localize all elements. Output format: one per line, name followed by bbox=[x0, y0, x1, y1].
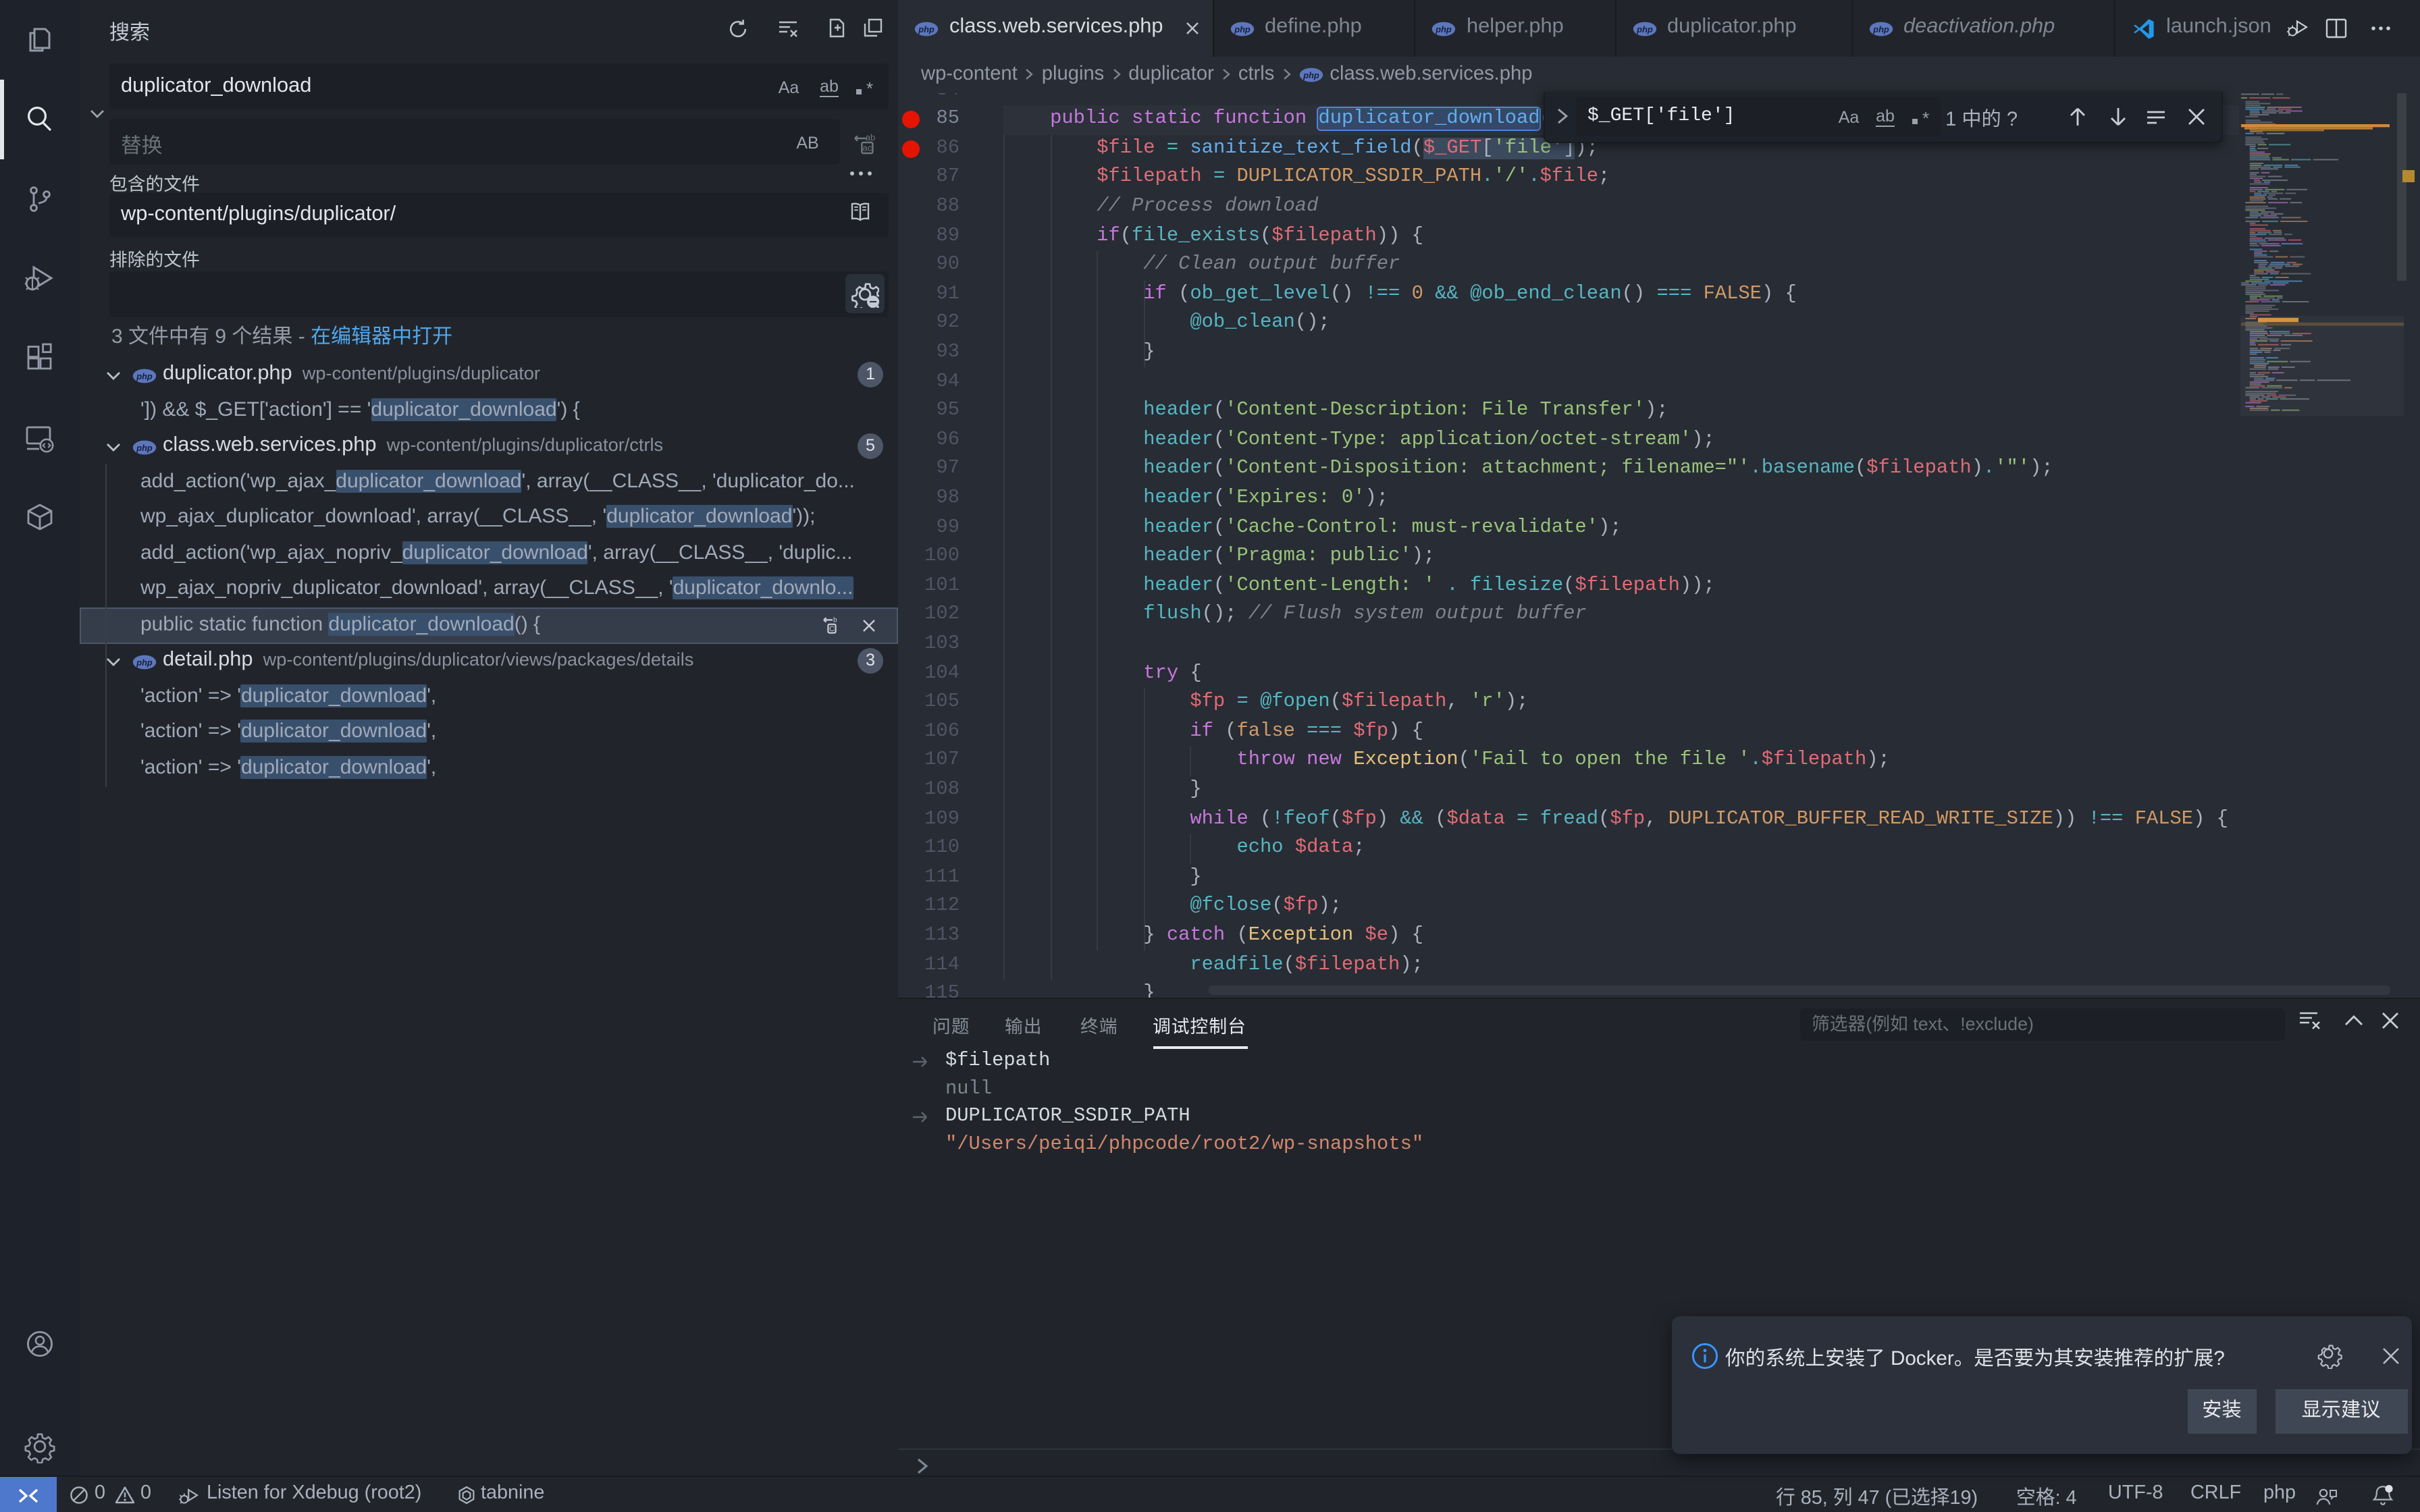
svg-text:php: php bbox=[918, 24, 935, 34]
svg-text:*: * bbox=[1922, 107, 1928, 128]
svg-text:Aa: Aa bbox=[1838, 107, 1859, 126]
svg-text:php: php bbox=[1435, 24, 1452, 34]
svg-text:php: php bbox=[1635, 24, 1652, 34]
svg-text:php: php bbox=[1303, 70, 1319, 80]
svg-text:php: php bbox=[1233, 24, 1250, 34]
svg-text:php: php bbox=[1872, 24, 1889, 34]
svg-text:ab: ab bbox=[1875, 106, 1894, 125]
